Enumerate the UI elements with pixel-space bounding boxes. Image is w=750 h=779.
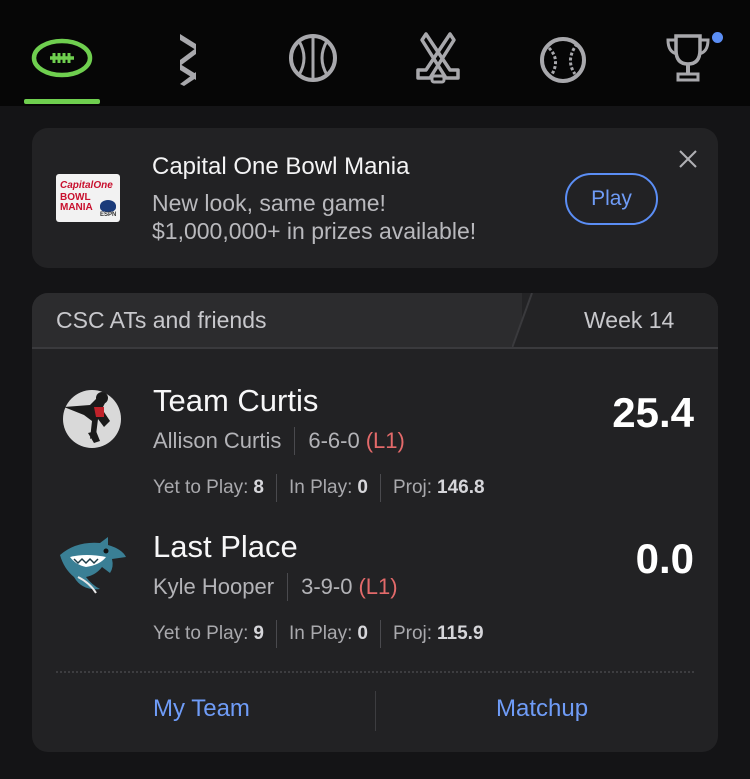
- team-record: 6-6-0: [308, 428, 360, 453]
- team-curtis-avatar: [63, 390, 121, 448]
- baseball-icon: [540, 37, 586, 83]
- sports-nav-bar: [0, 0, 750, 106]
- team-row[interactable]: Last Place Kyle Hooper 3-9-0 (L1) Yet to…: [32, 525, 718, 665]
- team-score: 25.4: [612, 389, 694, 436]
- selected-tab-indicator: [24, 99, 100, 104]
- team-record: 3-9-0: [301, 574, 353, 599]
- in-play-value: 0: [357, 623, 368, 644]
- team-streak: (L1): [358, 574, 398, 599]
- nav-hockey[interactable]: [400, 26, 476, 94]
- league-header[interactable]: CSC ATs and friends Week 14: [32, 293, 718, 348]
- promo-description-line-2: $1,000,000+ in prizes available!: [152, 218, 477, 244]
- footer-divider: [375, 691, 376, 731]
- promo-title: Capital One Bowl Mania: [152, 153, 410, 180]
- nav-basketball[interactable]: [275, 26, 351, 94]
- yet-to-play-value: 8: [253, 477, 264, 498]
- my-team-button[interactable]: My Team: [153, 695, 250, 723]
- owner-record-row: Kyle Hooper 3-9-0 (L1): [153, 573, 398, 601]
- owner-name: Kyle Hooper: [153, 574, 275, 599]
- week-label: Week 14: [584, 307, 675, 333]
- header-divider: [512, 293, 542, 348]
- team-name[interactable]: Last Place: [153, 529, 298, 565]
- divider: [56, 671, 694, 673]
- promo-card[interactable]: CapitalOne BOWL MANIA ESPN Capital One Bo…: [32, 128, 718, 268]
- nav-football[interactable]: [24, 26, 100, 94]
- projected-value: 115.9: [437, 623, 484, 644]
- shark-logo-icon: [60, 537, 126, 594]
- team-stats-row: Yet to Play: 8 In Play: 0 Proj: 146.8: [153, 474, 485, 502]
- team-streak: (L1): [365, 428, 405, 453]
- trophy-icon: [666, 34, 710, 82]
- close-icon[interactable]: [678, 149, 698, 169]
- hockey-icon: [416, 32, 460, 84]
- in-play-value: 0: [357, 477, 368, 498]
- notification-dot: [712, 32, 723, 43]
- team-stats-row: Yet to Play: 9 In Play: 0 Proj: 115.9: [153, 620, 484, 648]
- matchup-button[interactable]: Matchup: [496, 695, 588, 723]
- nav-baseball[interactable]: [525, 26, 601, 94]
- league-name[interactable]: CSC ATs and friends: [56, 307, 267, 334]
- team-row[interactable]: Team Curtis Allison Curtis 6-6-0 (L1) Ye…: [32, 379, 718, 519]
- owner-name: Allison Curtis: [153, 428, 282, 453]
- league-matchup-card: CSC ATs and friends Week 14 Team Curtis …: [32, 293, 718, 752]
- nav-espn-bet[interactable]: [150, 26, 226, 94]
- espn-bet-icon: [180, 34, 196, 86]
- projected-value: 146.8: [437, 477, 485, 498]
- team-name[interactable]: Team Curtis: [153, 383, 318, 419]
- basketball-icon: [289, 34, 337, 82]
- bowl-mania-logo: CapitalOne BOWL MANIA ESPN: [56, 174, 120, 222]
- team-score: 0.0: [635, 535, 694, 582]
- promo-description-line-1: New look, same game!: [152, 190, 386, 216]
- play-button[interactable]: Play: [565, 173, 658, 225]
- yet-to-play-value: 9: [253, 623, 264, 644]
- football-icon: [31, 38, 93, 78]
- owner-record-row: Allison Curtis 6-6-0 (L1): [153, 427, 405, 455]
